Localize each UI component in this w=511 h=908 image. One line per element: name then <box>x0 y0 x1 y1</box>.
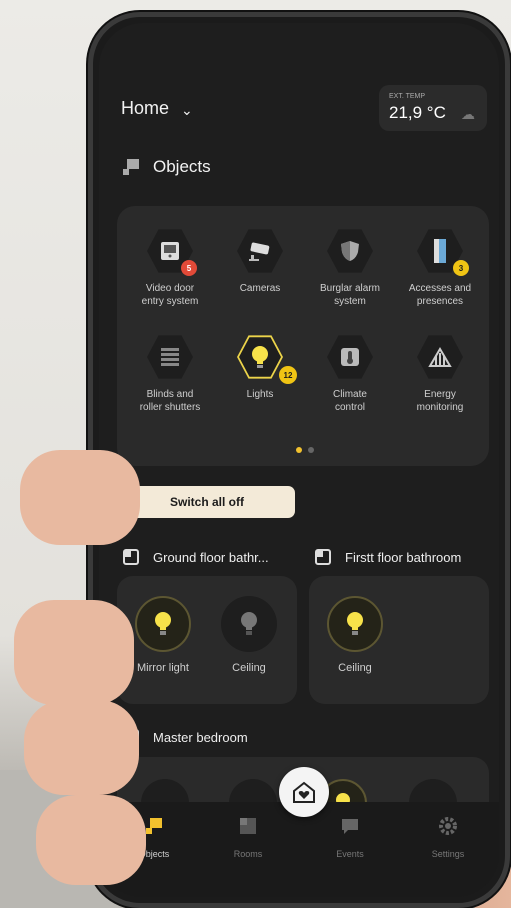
home-heart-icon <box>293 781 315 803</box>
tile-label: Burglar alarm system <box>319 283 381 307</box>
cloud-icon: ☁ <box>461 106 475 122</box>
room-title[interactable]: Master bedroom <box>153 730 248 745</box>
objects-section-icon <box>123 159 139 175</box>
nav-label: Rooms <box>233 849 263 859</box>
light-mirror[interactable]: Mirror light <box>123 596 203 674</box>
tile-label: Video door entry system <box>141 283 199 307</box>
bulb-icon <box>135 596 191 652</box>
finger <box>20 450 140 545</box>
finger <box>14 600 134 705</box>
tile-label: Accesses and presences <box>408 283 472 307</box>
energy-icon <box>417 335 463 379</box>
nav-settings[interactable]: Settings <box>413 816 483 859</box>
shield-icon <box>327 229 373 273</box>
temperature-widget[interactable]: EXT. TEMP 21,9 °C ☁ <box>379 85 487 131</box>
light-label: Ceiling <box>338 662 372 674</box>
nav-rooms[interactable]: Rooms <box>213 816 283 859</box>
tile-label: Lights <box>246 389 274 400</box>
gear-icon <box>439 817 457 835</box>
nav-events[interactable]: Events <box>315 816 385 859</box>
thermometer-icon <box>327 335 373 379</box>
objects-title: Objects <box>153 157 211 176</box>
light-ceiling[interactable]: Ceiling <box>315 596 395 674</box>
bulb-icon <box>237 335 283 379</box>
tile-energy[interactable]: Energy monitoring <box>395 334 485 414</box>
bulb-icon <box>221 596 277 652</box>
badge-count: 5 <box>181 260 197 276</box>
page-dot-active[interactable] <box>296 447 302 453</box>
tile-lights[interactable]: 12 Lights <box>215 334 305 401</box>
objects-icon <box>146 818 162 834</box>
badge-count: 3 <box>453 260 469 276</box>
light-label: Mirror light <box>137 662 189 674</box>
finger <box>36 795 146 885</box>
badge-count: 12 <box>279 366 297 384</box>
tile-blinds[interactable]: Blinds and roller shutters <box>125 334 215 414</box>
finger <box>24 700 139 795</box>
room-icon <box>315 549 331 565</box>
tile-label: Climate control <box>333 389 367 413</box>
rooms-icon <box>240 818 256 834</box>
page-indicator[interactable] <box>293 440 317 458</box>
tile-climate[interactable]: Climate control <box>305 334 395 414</box>
temp-value: 21,9 °C <box>389 103 446 122</box>
room-title[interactable]: Ground floor bathr... <box>153 550 269 565</box>
chat-icon <box>342 819 358 834</box>
room-icon <box>123 549 139 565</box>
tile-label: Energy monitoring <box>416 389 464 413</box>
temp-label: EXT. TEMP <box>389 93 426 100</box>
light-ceiling[interactable]: Ceiling <box>209 596 289 674</box>
nav-label: Settings <box>431 849 465 859</box>
phone: Home ⌄ EXT. TEMP 21,9 °C ☁ Objects 5 Vid… <box>88 12 510 908</box>
room-title[interactable]: Firstt floor bathroom <box>345 550 461 565</box>
app-screen: Home ⌄ EXT. TEMP 21,9 °C ☁ Objects 5 Vid… <box>99 23 499 897</box>
light-label: Ceiling <box>232 662 266 674</box>
blinds-icon <box>147 335 193 379</box>
home-heart-button[interactable] <box>279 767 329 817</box>
room-card-first-floor: Ceiling <box>309 576 489 704</box>
tile-burglar-alarm[interactable]: Burglar alarm system <box>305 228 395 308</box>
page-dot[interactable] <box>308 447 314 453</box>
tile-cameras[interactable]: Cameras <box>215 228 305 295</box>
bulb-icon <box>327 596 383 652</box>
tile-accesses[interactable]: 3 Accesses and presences <box>395 228 485 308</box>
nav-label: Events <box>336 849 364 859</box>
home-selector[interactable]: Home <box>121 98 169 119</box>
tile-label: Blinds and roller shutters <box>139 389 201 413</box>
tile-label: Cameras <box>239 283 281 294</box>
objects-grid: 5 Video door entry system Cameras Burgla… <box>117 206 489 466</box>
camera-icon <box>237 229 283 273</box>
chevron-down-icon[interactable]: ⌄ <box>181 102 193 119</box>
room-card-ground-floor: Mirror light Ceiling <box>117 576 297 704</box>
tile-video-door[interactable]: 5 Video door entry system <box>125 228 215 308</box>
switch-all-off-button[interactable]: Switch all off <box>119 486 295 518</box>
